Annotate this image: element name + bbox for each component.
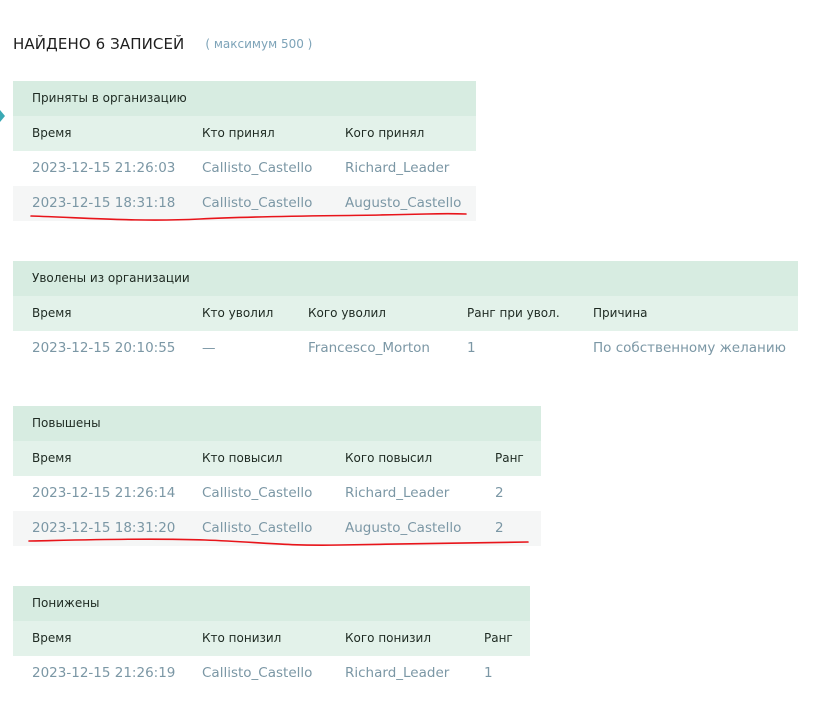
cell-whom: Augusto_Castello [345, 195, 462, 211]
promoted-table: Повышены Время Кто повысил Кого повысил … [13, 406, 541, 546]
cell-reason: По собственному желанию [593, 340, 786, 356]
cell-time: 2023-12-15 21:26:14 [32, 485, 176, 501]
table-row[interactable]: 2023-12-15 18:31:18 Callisto_Castello Au… [13, 186, 476, 221]
cell-rank: 2 [495, 520, 504, 536]
table-row[interactable]: 2023-12-15 18:31:20 Callisto_Castello Au… [13, 511, 541, 546]
column-header-time: Время [32, 126, 72, 140]
table-header-row: Время Кто понизил Кого понизил Ранг [13, 621, 530, 656]
column-header-reason: Причина [593, 306, 648, 320]
cell-time: 2023-12-15 20:10:55 [32, 340, 176, 356]
column-header-who-demoted: Кто понизил [202, 631, 282, 645]
table-row[interactable]: 2023-12-15 21:26:14 Callisto_Castello Ri… [13, 476, 541, 511]
column-header-who-accepted: Кто принял [202, 126, 275, 140]
column-header-rank: Ранг [495, 451, 524, 465]
table-title-row: Понижены [13, 586, 530, 621]
table-title: Понижены [32, 596, 100, 610]
cell-whom: Richard_Leader [345, 665, 450, 681]
column-header-whom-accepted: Кого принял [345, 126, 425, 140]
table-title-row: Приняты в организацию [13, 81, 476, 116]
results-max-note: ( максимум 500 ) [205, 37, 313, 51]
table-title: Повышены [32, 416, 101, 430]
table-row[interactable]: 2023-12-15 21:26:19 Callisto_Castello Ri… [13, 656, 530, 691]
cell-time: 2023-12-15 18:31:20 [32, 520, 176, 536]
column-header-whom-demoted: Кого понизил [345, 631, 432, 645]
table-header-row: Время Кто повысил Кого повысил Ранг [13, 441, 541, 476]
cell-rank: 1 [484, 665, 493, 681]
cell-time: 2023-12-15 21:26:19 [32, 665, 176, 681]
cell-who: Callisto_Castello [202, 160, 313, 176]
accepted-table: Приняты в организацию Время Кто принял К… [13, 81, 476, 221]
cell-who: Callisto_Castello [202, 195, 313, 211]
column-header-who-promoted: Кто повысил [202, 451, 283, 465]
cell-whom: Richard_Leader [345, 485, 450, 501]
cell-who: — [202, 340, 216, 356]
column-header-rank-at-fire: Ранг при увол. [467, 306, 560, 320]
cell-whom: Augusto_Castello [345, 520, 462, 536]
cell-who: Callisto_Castello [202, 665, 313, 681]
cell-who: Callisto_Castello [202, 520, 313, 536]
table-row[interactable]: 2023-12-15 21:26:03 Callisto_Castello Ri… [13, 151, 476, 186]
table-title: Приняты в организацию [32, 91, 187, 105]
column-header-time: Время [32, 306, 72, 320]
table-title-row: Повышены [13, 406, 541, 441]
column-header-time: Время [32, 631, 72, 645]
cell-time: 2023-12-15 18:31:18 [32, 195, 176, 211]
cell-who: Callisto_Castello [202, 485, 313, 501]
cell-rank: 1 [467, 340, 476, 356]
demoted-table: Понижены Время Кто понизил Кого понизил … [13, 586, 530, 691]
cell-whom: Richard_Leader [345, 160, 450, 176]
cell-whom: Francesco_Morton [308, 340, 430, 356]
table-header-row: Время Кто уволил Кого уволил Ранг при ув… [13, 296, 798, 331]
cell-time: 2023-12-15 21:26:03 [32, 160, 176, 176]
fired-table: Уволены из организации Время Кто уволил … [13, 261, 798, 366]
table-header-row: Время Кто принял Кого принял [13, 116, 476, 151]
table-title-row: Уволены из организации [13, 261, 798, 296]
expand-arrow-icon[interactable] [0, 110, 5, 122]
column-header-whom-promoted: Кого повысил [345, 451, 433, 465]
results-count-title: НАЙДЕНО 6 ЗАПИСЕЙ [13, 35, 185, 53]
column-header-rank: Ранг [484, 631, 513, 645]
column-header-whom-fired: Кого уволил [308, 306, 386, 320]
column-header-who-fired: Кто уволил [202, 306, 274, 320]
table-row[interactable]: 2023-12-15 20:10:55 — Francesco_Morton 1… [13, 331, 798, 366]
cell-rank: 2 [495, 485, 504, 501]
table-title: Уволены из организации [32, 271, 190, 285]
column-header-time: Время [32, 451, 72, 465]
results-header: НАЙДЕНО 6 ЗАПИСЕЙ ( максимум 500 ) [13, 33, 312, 55]
